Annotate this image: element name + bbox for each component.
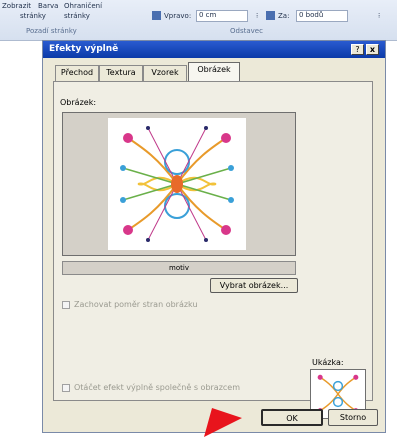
picture-label: Obrázek: <box>60 98 97 107</box>
ribbon-group-label-paragraph: Odstavec <box>230 27 263 35</box>
picture-tab-panel: Obrázek: motiv Vybrat obrázek... Zachova… <box>53 81 373 419</box>
select-picture-button[interactable]: Vybrat obrázek... <box>210 278 298 293</box>
picture-image <box>108 118 246 250</box>
cancel-button[interactable]: Storno <box>328 409 378 426</box>
ribbon: Zobrazit Barva Ohraničení stránky stránk… <box>0 0 397 41</box>
dialog-title-bar[interactable]: Efekty výplně ? x <box>43 41 385 58</box>
ribbon-item-stranky-2[interactable]: stránky <box>64 12 90 20</box>
lock-aspect-ratio-checkbox[interactable] <box>62 301 70 309</box>
indent-right-label: Vpravo: <box>164 12 192 20</box>
ribbon-item-barva[interactable]: Barva <box>38 2 58 10</box>
help-button[interactable]: ? <box>351 44 364 55</box>
spacing-after-field[interactable]: 0 bodů <box>296 10 348 22</box>
indent-right-field[interactable]: 0 cm <box>196 10 248 22</box>
rotate-with-shape-label: Otáčet efekt výplně společně s obrazcem <box>74 383 241 392</box>
indent-spinner-icon[interactable]: ⁝ <box>256 12 258 20</box>
tab-picture[interactable]: Obrázek <box>188 62 240 82</box>
spacing-after-label: Za: <box>278 12 290 20</box>
dialog-title: Efekty výplně <box>49 44 119 54</box>
ribbon-group-label-page-bg: Pozadí stránky <box>26 27 77 35</box>
fill-effects-dialog: Efekty výplně ? x Přechod Textura Vzorek… <box>42 40 386 433</box>
ribbon-item-ohraniceni[interactable]: Ohraničení <box>64 2 102 10</box>
lock-aspect-ratio-label: Zachovat poměr stran obrázku <box>74 300 198 309</box>
rotate-with-shape-checkbox[interactable] <box>62 384 70 392</box>
floral-ornament-image <box>120 126 234 242</box>
indent-right-icon <box>152 11 161 20</box>
close-button[interactable]: x <box>366 44 379 55</box>
tab-texture[interactable]: Textura <box>99 65 143 81</box>
ribbon-item-zobrazit[interactable]: Zobrazit <box>2 2 31 10</box>
pointer-arrow-icon <box>204 408 242 437</box>
ribbon-item-stranky-1[interactable]: stránky <box>20 12 46 20</box>
tab-pattern[interactable]: Vzorek <box>143 65 187 81</box>
sample-label: Ukázka: <box>312 358 344 367</box>
picture-preview <box>62 112 296 256</box>
ok-button[interactable]: OK <box>261 409 323 426</box>
picture-name: motiv <box>62 261 296 275</box>
tab-gradient[interactable]: Přechod <box>55 65 99 81</box>
spacing-after-icon <box>266 11 275 20</box>
spacing-spinner-icon[interactable]: ⁝ <box>378 12 380 20</box>
